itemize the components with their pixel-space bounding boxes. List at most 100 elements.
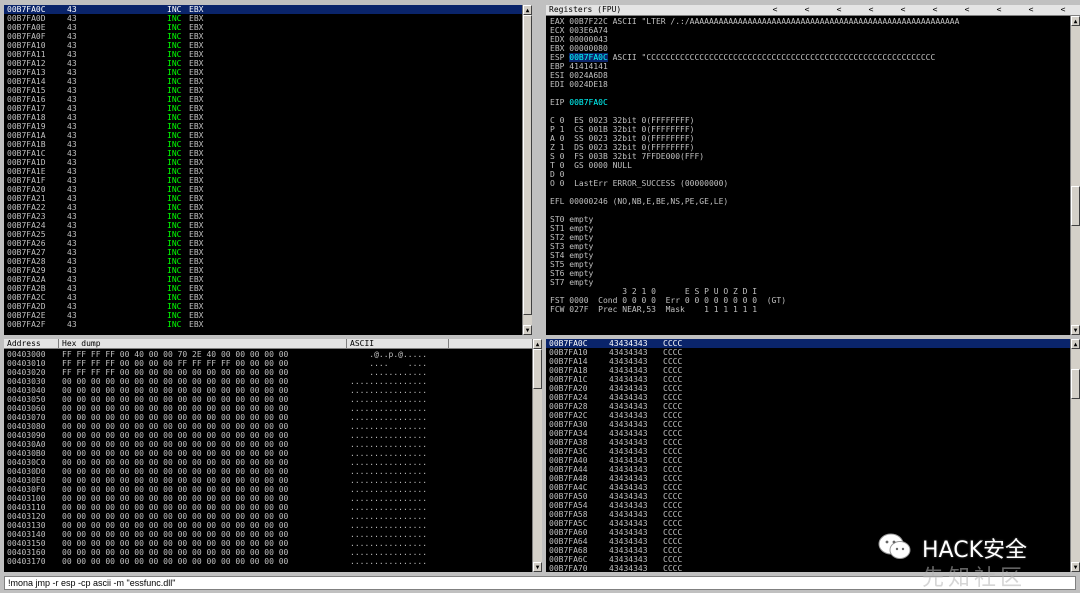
disasm-row[interactable]: 00B7FA13 43 INC EBX: [4, 68, 522, 77]
scroll-down-icon[interactable]: ▼: [1071, 325, 1080, 335]
dump-row[interactable]: 00403090 00 00 00 00 00 00 00 00 00 00 00…: [4, 431, 532, 440]
register-row[interactable]: ESP 00B7FA0C ASCII "CCCCCCCCCCCCCCCCCCCC…: [550, 53, 1068, 62]
stack-row[interactable]: 00B7FA3C 43434343 CCCC: [546, 447, 1070, 456]
disasm-row[interactable]: 00B7FA25 43 INC EBX: [4, 230, 522, 239]
hex-dump-pane[interactable]: Address Hex dump ASCII 00403000 FF FF FF FF…: [4, 339, 542, 572]
disasm-row[interactable]: 00B7FA12 43 INC EBX: [4, 59, 522, 68]
dump-row[interactable]: 00403060 00 00 00 00 00 00 00 00 00 00 00…: [4, 404, 532, 413]
scroll-up-icon[interactable]: ▲: [1071, 339, 1080, 349]
dump-row[interactable]: 00403030 00 00 00 00 00 00 00 00 00 00 00…: [4, 377, 532, 386]
disasm-row[interactable]: 00B7FA28 43 INC EBX: [4, 257, 522, 266]
stack-row[interactable]: 00B7FA14 43434343 CCCC: [546, 357, 1070, 366]
chevron-left-icon[interactable]: <: [951, 5, 983, 15]
scroll-thumb[interactable]: [1071, 186, 1080, 226]
stack-scrollbar[interactable]: ▲ ▼: [1070, 339, 1080, 572]
stack-row[interactable]: 00B7FA58 43434343 CCCC: [546, 510, 1070, 519]
register-value[interactable]: 00B7FA0C: [569, 53, 608, 62]
dump-row[interactable]: 00403020 FF FF FF FF 00 00 00 00 00 00 00…: [4, 368, 532, 377]
stack-row[interactable]: 00B7FA5C 43434343 CCCC: [546, 519, 1070, 528]
dump-row[interactable]: 00403000 FF FF FF FF 00 40 00 00 70 2E 40…: [4, 350, 532, 359]
register-row[interactable]: ESI 0024A6D8: [550, 71, 1068, 80]
disasm-row[interactable]: 00B7FA27 43 INC EBX: [4, 248, 522, 257]
register-value[interactable]: 00000080: [569, 44, 608, 53]
scroll-thumb[interactable]: [1071, 369, 1080, 399]
disasm-row[interactable]: 00B7FA0C 43 INC EBX: [4, 5, 522, 14]
register-row[interactable]: EBX 00000080: [550, 44, 1068, 53]
chevron-left-icon[interactable]: <: [823, 5, 855, 15]
disasm-row[interactable]: 00B7FA19 43 INC EBX: [4, 122, 522, 131]
stack-row[interactable]: 00B7FA40 43434343 CCCC: [546, 456, 1070, 465]
disasm-row[interactable]: 00B7FA0E 43 INC EBX: [4, 23, 522, 32]
chevron-left-icon[interactable]: <: [791, 5, 823, 15]
scroll-up-icon[interactable]: ▲: [1071, 16, 1080, 26]
stack-row[interactable]: 00B7FA24 43434343 CCCC: [546, 393, 1070, 402]
disasm-row[interactable]: 00B7FA24 43 INC EBX: [4, 221, 522, 230]
register-value[interactable]: 00B7F22C: [569, 17, 608, 26]
register-value[interactable]: 0024A6D8: [569, 71, 608, 80]
disasm-row[interactable]: 00B7FA22 43 INC EBX: [4, 203, 522, 212]
dump-header-address[interactable]: Address: [4, 339, 59, 349]
chevron-left-icon[interactable]: <: [887, 5, 919, 15]
dump-header-ascii[interactable]: ASCII: [347, 339, 449, 349]
disassembly-list[interactable]: 00B7FA0C 43 INC EBX 00B7FA0D 43 INC EBX 00B7FA0E…: [4, 5, 522, 329]
dump-row[interactable]: 004030C0 00 00 00 00 00 00 00 00 00 00 00…: [4, 458, 532, 467]
stack-row[interactable]: 00B7FA44 43434343 CCCC: [546, 465, 1070, 474]
stack-row[interactable]: 00B7FA28 43434343 CCCC: [546, 402, 1070, 411]
dump-row[interactable]: 00403050 00 00 00 00 00 00 00 00 00 00 00…: [4, 395, 532, 404]
stack-row[interactable]: 00B7FA0C 43434343 CCCC: [546, 339, 1070, 348]
dump-row[interactable]: 00403070 00 00 00 00 00 00 00 00 00 00 00…: [4, 413, 532, 422]
dump-row[interactable]: 00403010 FF FF FF FF 00 00 00 00 FF FF FF…: [4, 359, 532, 368]
disasm-row[interactable]: 00B7FA1E 43 INC EBX: [4, 167, 522, 176]
disasm-row[interactable]: 00B7FA29 43 INC EBX: [4, 266, 522, 275]
dump-row[interactable]: 00403040 00 00 00 00 00 00 00 00 00 00 00…: [4, 386, 532, 395]
stack-row[interactable]: 00B7FA34 43434343 CCCC: [546, 429, 1070, 438]
dump-row[interactable]: 00403130 00 00 00 00 00 00 00 00 00 00 00…: [4, 521, 532, 530]
registers-header[interactable]: Registers (FPU) < < < < < < < < < <<: [546, 5, 1080, 24]
chevron-left-icon[interactable]: <: [1015, 5, 1047, 15]
register-value[interactable]: 41414141: [569, 62, 608, 71]
disasm-row[interactable]: 00B7FA10 43 INC EBX: [4, 41, 522, 50]
disasm-row[interactable]: 00B7FA20 43 INC EBX: [4, 185, 522, 194]
dump-row[interactable]: 004030F0 00 00 00 00 00 00 00 00 00 00 00…: [4, 485, 532, 494]
dump-row[interactable]: 00403140 00 00 00 00 00 00 00 00 00 00 00…: [4, 530, 532, 539]
disasm-row[interactable]: 00B7FA21 43 INC EBX: [4, 194, 522, 203]
stack-row[interactable]: 00B7FA1C 43434343 CCCC: [546, 375, 1070, 384]
dump-row[interactable]: 004030E0 00 00 00 00 00 00 00 00 00 00 00…: [4, 476, 532, 485]
register-row[interactable]: EAX 00B7F22C ASCII "LTER /.:/AAAAAAAAAAA…: [550, 17, 1068, 26]
disasm-row[interactable]: 00B7FA2B 43 INC EBX: [4, 284, 522, 293]
register-row[interactable]: EBP 41414141: [550, 62, 1068, 71]
disasm-row[interactable]: 00B7FA16 43 INC EBX: [4, 95, 522, 104]
chevron-left-icon[interactable]: <: [919, 5, 951, 15]
disasm-row[interactable]: 00B7FA18 43 INC EBX: [4, 113, 522, 122]
stack-row[interactable]: 00B7FA48 43434343 CCCC: [546, 474, 1070, 483]
disasm-row[interactable]: 00B7FA2F 43 INC EBX: [4, 320, 522, 329]
disasm-row[interactable]: 00B7FA2D 43 INC EBX: [4, 302, 522, 311]
stack-row[interactable]: 00B7FA4C 43434343 CCCC: [546, 483, 1070, 492]
disasm-row[interactable]: 00B7FA0F 43 INC EBX: [4, 32, 522, 41]
dump-list[interactable]: 00403000 FF FF FF FF 00 40 00 00 70 2E 40…: [4, 350, 532, 566]
dump-row[interactable]: 00403100 00 00 00 00 00 00 00 00 00 00 00…: [4, 494, 532, 503]
scroll-up-icon[interactable]: ▲: [533, 339, 542, 349]
scroll-thumb[interactable]: [533, 349, 542, 389]
disasm-row[interactable]: 00B7FA2A 43 INC EBX: [4, 275, 522, 284]
dump-row[interactable]: 00403170 00 00 00 00 00 00 00 00 00 00 00…: [4, 557, 532, 566]
disasm-row[interactable]: 00B7FA15 43 INC EBX: [4, 86, 522, 95]
disasm-row[interactable]: 00B7FA11 43 INC EBX: [4, 50, 522, 59]
stack-row[interactable]: 00B7FA18 43434343 CCCC: [546, 366, 1070, 375]
dump-row[interactable]: 004030D0 00 00 00 00 00 00 00 00 00 00 00…: [4, 467, 532, 476]
disasm-row[interactable]: 00B7FA1B 43 INC EBX: [4, 140, 522, 149]
dump-row[interactable]: 00403080 00 00 00 00 00 00 00 00 00 00 00…: [4, 422, 532, 431]
stack-row[interactable]: 00B7FA50 43434343 CCCC: [546, 492, 1070, 501]
dump-header-hex[interactable]: Hex dump: [59, 339, 347, 349]
scroll-down-icon[interactable]: ▼: [1071, 562, 1080, 572]
scroll-up-icon[interactable]: ▲: [523, 5, 532, 15]
registers-scrollbar[interactable]: ▲ ▼: [1070, 16, 1080, 335]
disassembly-pane[interactable]: 00B7FA0C 43 INC EBX 00B7FA0D 43 INC EBX 00B7FA0E…: [4, 5, 532, 335]
stack-row[interactable]: 00B7FA54 43434343 CCCC: [546, 501, 1070, 510]
stack-row[interactable]: 00B7FA10 43434343 CCCC: [546, 348, 1070, 357]
disasm-row[interactable]: 00B7FA23 43 INC EBX: [4, 212, 522, 221]
chevron-left-icon[interactable]: <: [855, 5, 887, 15]
dump-row[interactable]: 00403160 00 00 00 00 00 00 00 00 00 00 00…: [4, 548, 532, 557]
register-row[interactable]: EDX 00000043: [550, 35, 1068, 44]
register-row-eip[interactable]: EIP 00B7FA0C: [550, 98, 1068, 107]
